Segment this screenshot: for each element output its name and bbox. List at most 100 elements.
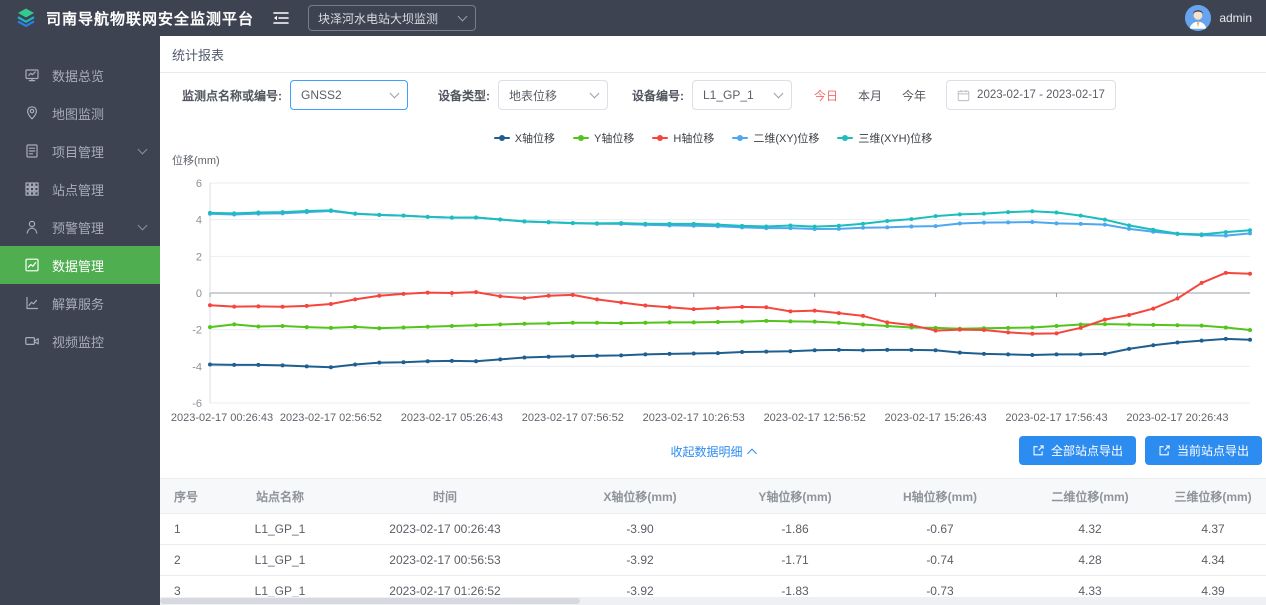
monitor-point-label: 监测点名称或编号: <box>182 88 282 103</box>
filter-bar: 监测点名称或编号: GNSS2 设备类型: 地表位移 设备编号: L1_GP_1… <box>160 73 1266 117</box>
export-all-button[interactable]: 全部站点导出 <box>1018 436 1136 465</box>
table-cell: -0.67 <box>860 513 1020 545</box>
overview-icon <box>24 67 40 83</box>
table-header-cell: H轴位移(mm) <box>860 478 1020 514</box>
table-cell: 2 <box>160 544 220 576</box>
menu-collapse-icon[interactable] <box>272 10 290 26</box>
collapse-detail-link[interactable]: 收起数据明细 <box>670 443 757 460</box>
legend-marker-icon <box>652 135 669 141</box>
legend-item[interactable]: Y轴位移 <box>573 130 634 146</box>
device-id-label: 设备编号: <box>632 88 684 103</box>
table-cell: -3.92 <box>550 544 730 576</box>
main-content: 统计报表 监测点名称或编号: GNSS2 设备类型: 地表位移 设备编号: L1… <box>160 36 1266 605</box>
svg-text:2: 2 <box>196 251 202 263</box>
monitor-point-select[interactable]: GNSS2 <box>290 80 408 110</box>
sidebar-item-video[interactable]: 视频监控 <box>0 322 160 360</box>
table-header-cell: 站点名称 <box>220 478 340 514</box>
table-header-cell: X轴位移(mm) <box>550 478 730 514</box>
app-title: 司南导航物联网安全监测平台 <box>46 10 255 28</box>
svg-text:-4: -4 <box>192 361 202 373</box>
station-icon <box>24 181 40 197</box>
legend-item[interactable]: H轴位移 <box>652 130 714 146</box>
svg-text:6: 6 <box>196 178 202 190</box>
svg-text:2023-02-17 15:26:43: 2023-02-17 15:26:43 <box>885 412 987 424</box>
username[interactable]: admin <box>1219 11 1252 25</box>
quick-range-month[interactable]: 本月 <box>858 87 882 104</box>
svg-text:2023-02-17 12:56:52: 2023-02-17 12:56:52 <box>764 412 866 424</box>
table-cell: 4.28 <box>1020 544 1160 576</box>
table-row: 2 L1_GP_1 2023-02-17 00:56:53 -3.92 -1.71 -0.… <box>160 544 1266 576</box>
app-header: 司南导航物联网安全监测平台 块泽河水电站大坝监测 admin <box>0 0 1266 36</box>
svg-text:2023-02-17 00:26:43: 2023-02-17 00:26:43 <box>171 412 273 424</box>
legend-marker-icon <box>493 135 510 141</box>
legend-marker-icon <box>732 135 749 141</box>
project-icon <box>24 143 40 159</box>
sidebar-item-project[interactable]: 项目管理 <box>0 132 160 170</box>
chevron-down-icon <box>389 88 400 99</box>
svg-text:0: 0 <box>196 288 202 300</box>
table-header-cell: Y轴位移(mm) <box>730 478 860 514</box>
legend-label: X轴位移 <box>514 133 556 145</box>
video-icon <box>24 333 40 349</box>
date-range-picker[interactable]: 2023-02-17 - 2023-02-17 <box>946 80 1116 110</box>
table-cell: L1_GP_1 <box>220 544 340 576</box>
svg-text:4: 4 <box>196 215 202 227</box>
svg-text:位移(mm): 位移(mm) <box>172 153 220 167</box>
table-cell: 2023-02-17 00:26:43 <box>340 513 550 545</box>
sidebar-item-overview[interactable]: 数据总览 <box>0 56 160 94</box>
table-cell: 2023-02-17 00:56:53 <box>340 544 550 576</box>
avatar[interactable] <box>1185 5 1212 31</box>
table-cell: 4.32 <box>1020 513 1160 545</box>
chevron-down-icon <box>589 88 600 99</box>
export-icon <box>1159 445 1170 456</box>
svg-text:2023-02-17 02:56:52: 2023-02-17 02:56:52 <box>280 412 382 424</box>
sidebar-item-calc[interactable]: 解算服务 <box>0 284 160 322</box>
table-cell: 4.37 <box>1160 513 1266 545</box>
sidebar-item-map[interactable]: 地图监测 <box>0 94 160 132</box>
svg-text:2023-02-17 17:56:43: 2023-02-17 17:56:43 <box>1005 412 1107 424</box>
quick-range-group: 今日 本月 今年 <box>814 87 946 104</box>
quick-range-today[interactable]: 今日 <box>814 87 838 104</box>
svg-text:-6: -6 <box>192 398 202 410</box>
table-cell: 1 <box>160 513 220 545</box>
sidebar-item-station[interactable]: 站点管理 <box>0 170 160 208</box>
app-logo-icon <box>17 8 35 28</box>
table-cell: -1.71 <box>730 544 860 576</box>
legend-item[interactable]: X轴位移 <box>493 130 556 146</box>
horizontal-scrollbar[interactable] <box>160 597 1266 605</box>
table-row: 1 L1_GP_1 2023-02-17 00:26:43 -3.90 -1.86 -0.… <box>160 513 1266 545</box>
legend-marker-icon <box>573 135 590 141</box>
svg-text:2023-02-17 10:26:53: 2023-02-17 10:26:53 <box>643 412 745 424</box>
table-header-cell: 三维位移(mm) <box>1160 478 1266 514</box>
project-selector[interactable]: 块泽河水电站大坝监测 <box>308 5 477 31</box>
table-header-cell: 时间 <box>340 478 550 514</box>
sidebar-item-label: 项目管理 <box>52 144 105 160</box>
table-cell: L1_GP_1 <box>220 513 340 545</box>
device-type-label: 设备类型: <box>438 88 490 103</box>
table-cell: -0.74 <box>860 544 1020 576</box>
export-current-button[interactable]: 当前站点导出 <box>1144 436 1262 465</box>
table-cell: 4.34 <box>1160 544 1266 576</box>
device-id-select[interactable]: L1_GP_1 <box>692 80 792 110</box>
date-range-value: 2023-02-17 - 2023-02-17 <box>977 89 1105 101</box>
sidebar-item-label: 地图监测 <box>52 106 105 122</box>
export-icon <box>1033 445 1044 456</box>
sidebar: 数据总览地图监测项目管理站点管理预警管理数据管理解算服务视频监控 <box>0 36 160 605</box>
device-type-select[interactable]: 地表位移 <box>498 80 608 110</box>
svg-text:2023-02-17 05:26:43: 2023-02-17 05:26:43 <box>401 412 503 424</box>
legend-label: 三维(XYH)位移 <box>858 133 933 145</box>
tab-bar: 统计报表 <box>160 36 1266 73</box>
table-header-cell: 二维位移(mm) <box>1020 478 1160 514</box>
sidebar-item-label: 视频监控 <box>52 334 105 350</box>
sidebar-item-alert[interactable]: 预警管理 <box>0 208 160 246</box>
sidebar-item-data[interactable]: 数据管理 <box>0 246 160 284</box>
quick-range-year[interactable]: 今年 <box>902 87 926 104</box>
legend-item[interactable]: 二维(XY)位移 <box>732 130 819 146</box>
svg-text:2023-02-17 20:26:43: 2023-02-17 20:26:43 <box>1126 412 1228 424</box>
sidebar-item-label: 预警管理 <box>52 220 105 236</box>
legend-item[interactable]: 三维(XYH)位移 <box>837 130 932 146</box>
data-table-wrap: 序号 站点名称 时间 X轴位移(mm) Y轴位移(mm) H轴位移(mm) 二维位移(mm)… <box>160 478 1266 605</box>
toggle-row: 收起数据明细 全部站点导出 当前站点导出 <box>160 430 1266 470</box>
tab-statistical-report[interactable]: 统计报表 <box>172 45 224 64</box>
sidebar-item-label: 解算服务 <box>52 296 105 312</box>
